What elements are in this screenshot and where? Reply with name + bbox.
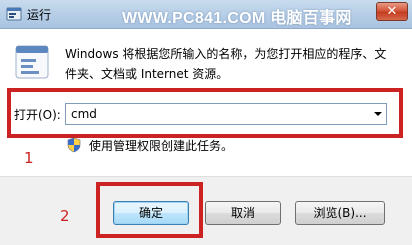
close-button[interactable]: ✕ <box>376 2 408 21</box>
run-dialog: 运行 WWW.PC841.COM 电脑百事网 ✕ Windows 将根据您所输入… <box>0 0 412 245</box>
close-icon: ✕ <box>386 4 398 19</box>
window-title: 运行 <box>27 8 52 22</box>
dialog-description: Windows 将根据您所输入的名称，为您打开相应的程序、文件夹、文档或 Int… <box>65 47 387 81</box>
title-bar[interactable]: 运行 WWW.PC841.COM 电脑百事网 ✕ <box>0 0 412 29</box>
step-marker-2: 2 <box>60 207 70 225</box>
open-input[interactable]: cmd <box>71 107 97 121</box>
browse-button[interactable]: 浏览(B)... <box>295 201 385 225</box>
chevron-down-icon[interactable] <box>374 112 382 116</box>
open-combobox[interactable]: cmd <box>65 103 387 125</box>
ok-button[interactable]: 确定 <box>113 201 189 225</box>
info-icon <box>15 45 49 79</box>
open-label: 打开(O): <box>14 108 61 122</box>
admin-note: 使用管理权限创建此任务。 <box>89 139 234 153</box>
step-marker-1: 1 <box>24 149 34 167</box>
cancel-button[interactable]: 取消 <box>205 201 281 225</box>
run-app-icon <box>6 7 22 21</box>
uac-shield-icon <box>67 137 81 153</box>
watermark-text: WWW.PC841.COM 电脑百事网 <box>122 10 352 27</box>
